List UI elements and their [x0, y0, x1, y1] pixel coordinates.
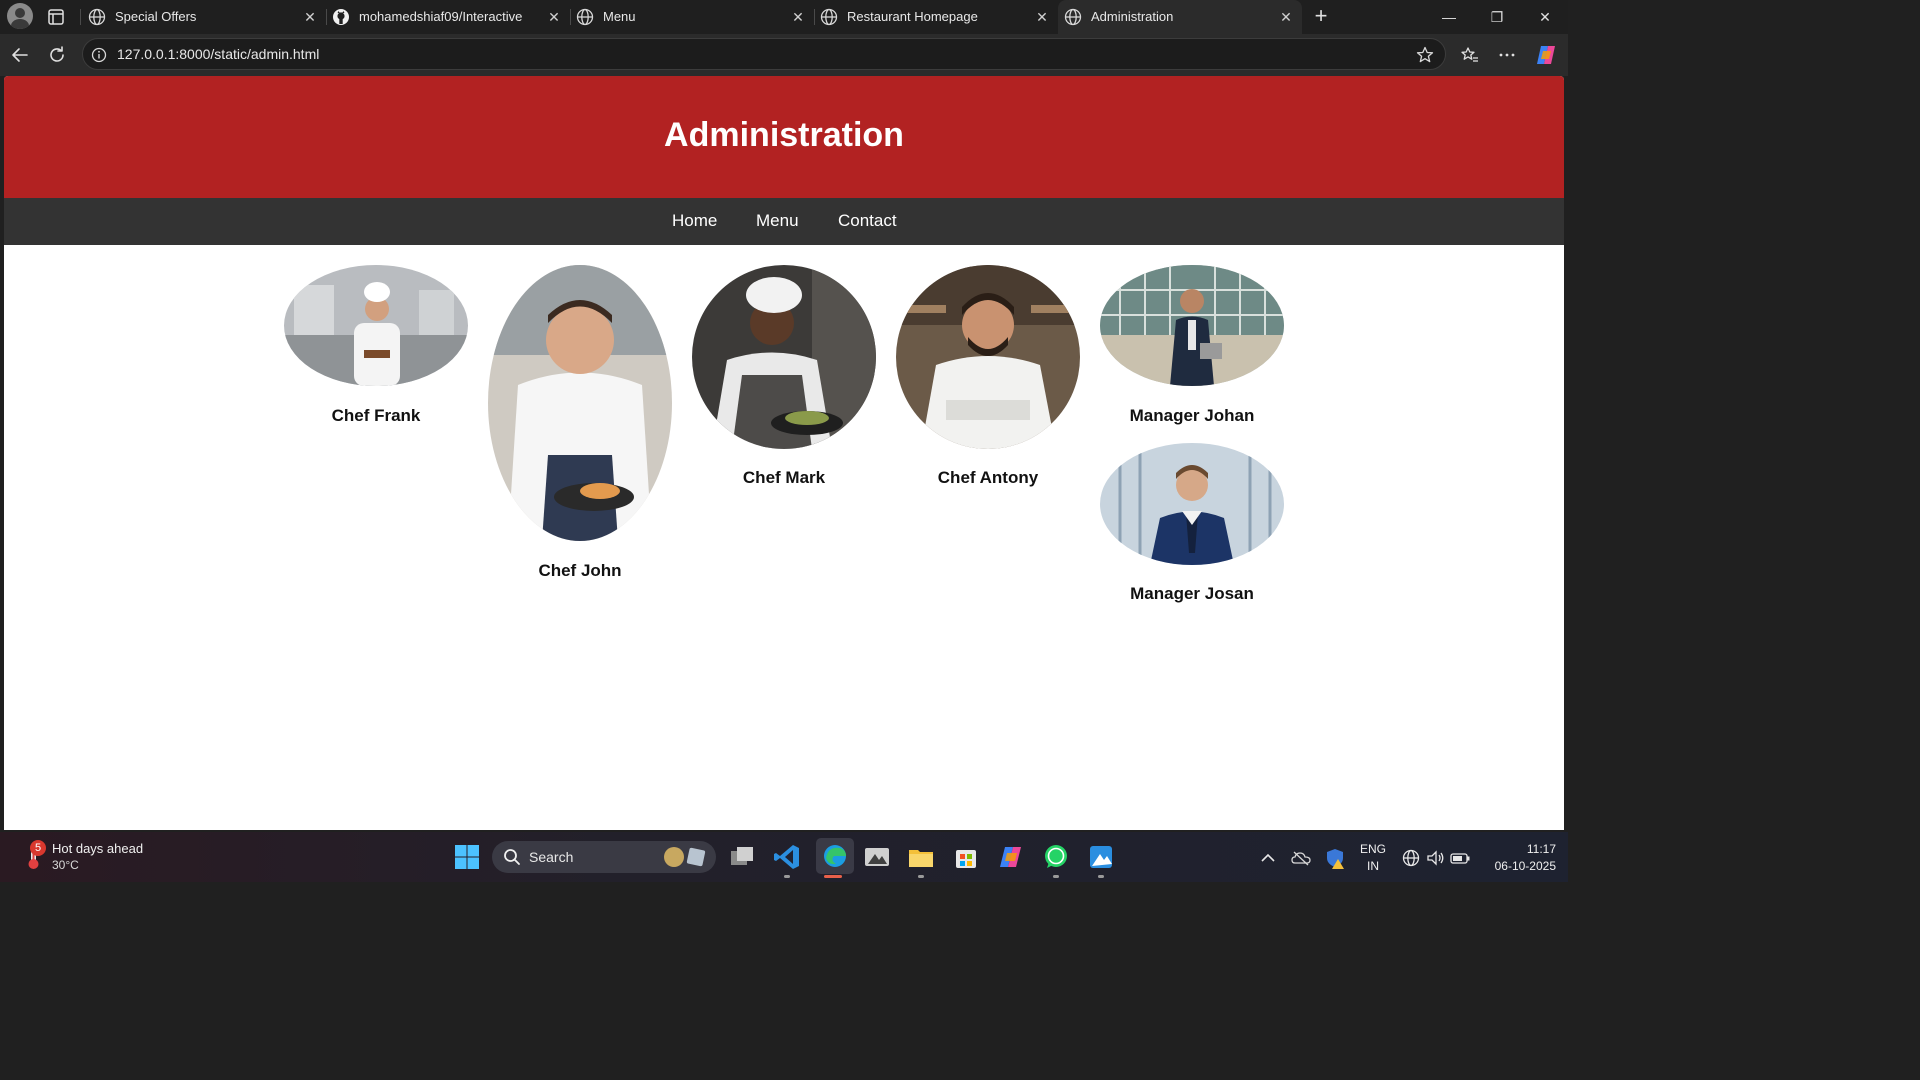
new-tab-icon[interactable]: +: [1310, 5, 1332, 28]
more-options-icon[interactable]: [1497, 45, 1517, 65]
staff-card: Chef Antony: [896, 265, 1080, 491]
task-view-icon[interactable]: [727, 842, 757, 872]
weather-title: Hot days ahead: [52, 841, 144, 856]
staff-photo: [284, 265, 468, 386]
media-app-icon[interactable]: [862, 842, 892, 872]
tab-title: Restaurant Homepage: [847, 9, 978, 24]
site-header: Administration: [4, 76, 1564, 198]
page-title: Administration: [664, 116, 904, 154]
chevron-up-icon[interactable]: [1258, 848, 1278, 868]
edge-icon[interactable]: [816, 838, 854, 874]
search-highlight-icon: [662, 845, 706, 869]
staff-name: Chef Frank: [331, 406, 421, 425]
nav-link-menu[interactable]: Menu: [756, 211, 799, 231]
staff-card: Chef Frank: [284, 265, 468, 430]
staff-name: Manager Josan: [1130, 584, 1254, 603]
copilot-icon[interactable]: [1534, 43, 1558, 67]
close-icon[interactable]: ✕: [1277, 8, 1295, 26]
reload-icon[interactable]: [47, 45, 67, 65]
browser-toolbar: 127.0.0.1:8000/static/admin.html: [0, 34, 1568, 76]
staff-photo: [1100, 265, 1284, 386]
staff-name: Manager Johan: [1129, 406, 1255, 425]
globe-icon: [820, 8, 838, 26]
url-text: 127.0.0.1:8000/static/admin.html: [117, 46, 320, 62]
battery-icon[interactable]: [1449, 848, 1471, 868]
running-indicator: [1098, 875, 1104, 878]
tab-github[interactable]: mohamedshiaf09/Interactive ✕: [326, 0, 568, 34]
tab-title: mohamedshiaf09/Interactive: [359, 9, 523, 24]
close-icon[interactable]: ✕: [789, 8, 807, 26]
tab-title: Administration: [1091, 9, 1174, 24]
globe-icon: [1064, 8, 1082, 26]
clock-time[interactable]: 11:17: [1478, 842, 1556, 856]
nav-link-contact[interactable]: Contact: [838, 211, 897, 231]
address-bar[interactable]: 127.0.0.1:8000/static/admin.html: [82, 38, 1446, 70]
staff-photo: [896, 265, 1080, 449]
weather-temp: 30°C: [52, 858, 79, 872]
page-viewport: Administration Home Menu Contact Chef Fr…: [4, 76, 1564, 830]
favorites-icon[interactable]: [1460, 45, 1480, 65]
copilot-app-icon[interactable]: [996, 842, 1026, 872]
file-explorer-icon[interactable]: [906, 842, 936, 872]
tab-restaurant-homepage[interactable]: Restaurant Homepage ✕: [814, 0, 1056, 34]
close-icon[interactable]: ✕: [301, 8, 319, 26]
photos-app-icon[interactable]: [1086, 842, 1116, 872]
security-shield-icon[interactable]: [1324, 847, 1346, 869]
window-close-icon[interactable]: ✕: [1522, 0, 1568, 34]
staff-photo: [1100, 443, 1284, 565]
globe-icon: [576, 8, 594, 26]
taskbar-search[interactable]: Search: [492, 841, 716, 873]
search-placeholder: Search: [529, 849, 574, 865]
search-icon: [503, 848, 521, 866]
tab-actions-icon[interactable]: [46, 7, 66, 27]
staff-name: Chef John: [538, 561, 622, 580]
tab-title: Menu: [603, 9, 636, 24]
running-indicator: [1053, 875, 1059, 878]
staff-photo: [692, 265, 876, 449]
running-indicator: [784, 875, 790, 878]
github-icon: [332, 8, 350, 26]
windows-start-icon[interactable]: [452, 842, 482, 872]
staff-card: Chef Mark: [692, 265, 876, 491]
site-info-icon[interactable]: [91, 47, 107, 63]
tab-title: Special Offers: [115, 9, 197, 24]
tab-strip: Special Offers ✕ mohamedshiaf09/Interact…: [0, 0, 1568, 34]
region-indicator[interactable]: IN: [1356, 859, 1390, 873]
taskbar: 5 Hot days ahead 30°C Search ENG IN 11:1…: [0, 832, 1568, 882]
clock-date[interactable]: 06-10-2025: [1470, 859, 1556, 873]
minimize-icon[interactable]: —: [1426, 0, 1472, 34]
site-nav: Home Menu Contact: [4, 198, 1564, 245]
globe-icon: [88, 8, 106, 26]
close-icon[interactable]: ✕: [545, 8, 563, 26]
whatsapp-icon[interactable]: [1041, 842, 1071, 872]
staff-name: Chef Mark: [742, 468, 826, 487]
staff-card: Chef John: [488, 265, 672, 583]
running-indicator: [918, 875, 924, 878]
network-globe-icon[interactable]: [1401, 848, 1421, 868]
staff-card: Manager Josan: [1100, 443, 1284, 609]
tab-separator: [80, 9, 81, 25]
vscode-icon[interactable]: [772, 842, 802, 872]
staff-card: Manager Johan: [1100, 265, 1284, 430]
back-icon[interactable]: [10, 45, 30, 65]
nav-link-home[interactable]: Home: [672, 211, 717, 231]
profile-avatar-icon[interactable]: [7, 3, 33, 29]
close-icon[interactable]: ✕: [1033, 8, 1051, 26]
tab-administration[interactable]: Administration ✕: [1058, 0, 1302, 34]
volume-icon[interactable]: [1425, 848, 1445, 868]
favorite-star-icon[interactable]: [1415, 45, 1435, 65]
restore-icon[interactable]: ❐: [1474, 0, 1520, 34]
tab-menu[interactable]: Menu ✕: [570, 0, 812, 34]
staff-name: Chef Antony: [937, 468, 1039, 487]
store-icon[interactable]: [951, 842, 981, 872]
onedrive-icon[interactable]: [1291, 848, 1311, 868]
tab-special-offers[interactable]: Special Offers ✕: [82, 0, 324, 34]
weather-badge: 5: [30, 840, 46, 856]
staff-photo: [488, 265, 672, 541]
active-indicator: [824, 875, 842, 878]
language-indicator[interactable]: ENG: [1356, 842, 1390, 856]
